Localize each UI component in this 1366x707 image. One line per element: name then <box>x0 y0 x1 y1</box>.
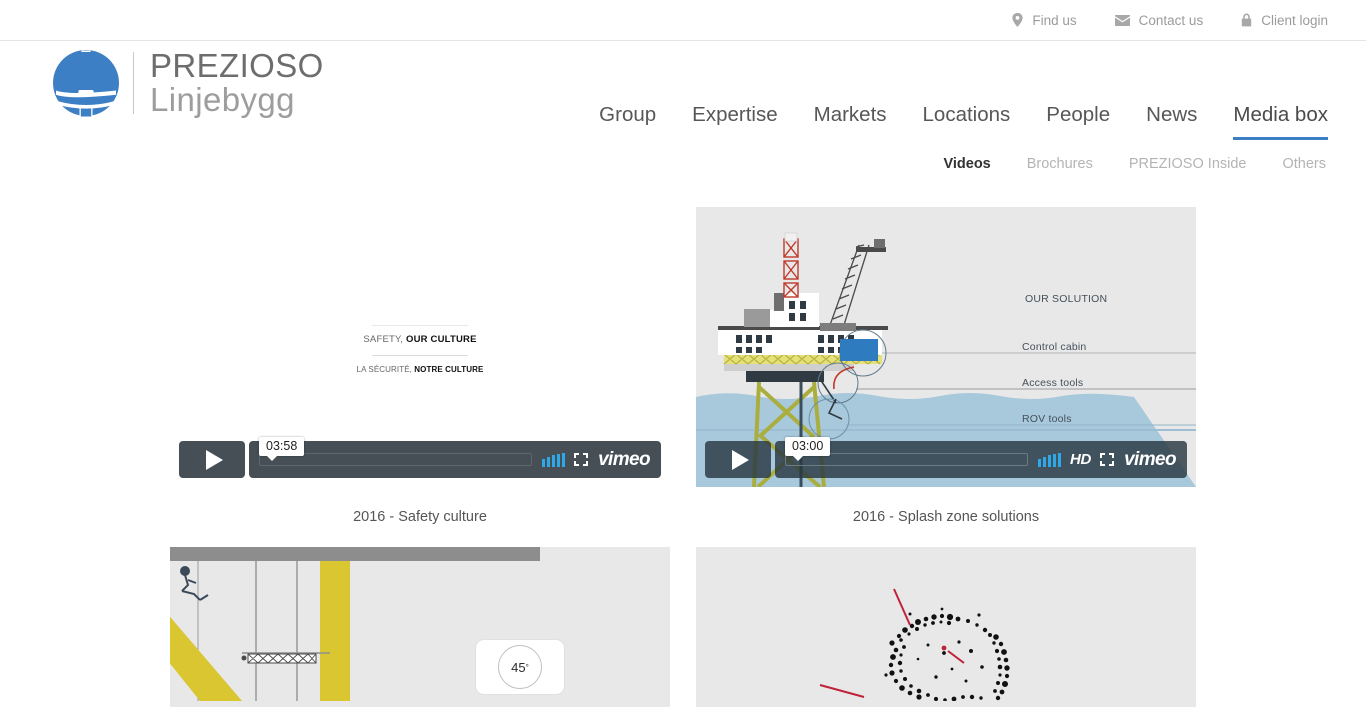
lock-icon <box>1241 13 1252 27</box>
angle-gauge-circle: 45 ° <box>498 645 542 689</box>
site-header: PREZIOSO Linjebygg Group Expertise Marke… <box>0 41 1366 172</box>
slide-rule-mid <box>372 355 468 356</box>
safety-slide: SAFETY, OUR CULTURE LA SÉCURITÉ, NOTRE C… <box>170 325 670 374</box>
subnav-item-brochures[interactable]: Brochures <box>1027 156 1093 172</box>
slide-line-1-normal: SAFETY, <box>363 334 406 345</box>
play-button[interactable] <box>705 441 771 478</box>
video-card-particles <box>696 547 1196 707</box>
nav-item-media-box[interactable]: Media box <box>1233 103 1328 140</box>
utility-bar: Find us Contact us Client login <box>0 0 1366 41</box>
duration-tooltip: 03:00 <box>785 436 831 461</box>
angle-gauge-value: 45 <box>511 659 526 675</box>
vimeo-logo[interactable]: vimeo <box>1124 449 1177 471</box>
play-button[interactable] <box>179 441 245 478</box>
particle-burst-illustration <box>696 547 1196 702</box>
utility-link-label: Contact us <box>1138 12 1204 28</box>
vimeo-player-controls: 03:00 HD vimeo <box>705 436 1187 478</box>
video-thumbnail[interactable]: OUR SOLUTION Control cabin Access tools … <box>696 207 1196 487</box>
progress-bar-container[interactable]: 03:00 HD vimeo <box>775 436 1187 478</box>
slide-line-1: SAFETY, OUR CULTURE <box>170 334 670 345</box>
navigation-area: Group Expertise Markets Locations People… <box>599 41 1328 172</box>
progress-bar-container[interactable]: 03:58 vimeo <box>249 436 661 478</box>
volume-icon[interactable] <box>542 452 566 467</box>
angle-gauge-card: 45 ° <box>475 639 565 695</box>
slide-line-2-normal: LA SÉCURITÉ, <box>356 365 415 374</box>
video-thumbnail[interactable]: 45 ° <box>170 547 670 707</box>
slide-line-1-bold: OUR CULTURE <box>405 334 477 345</box>
video-card-rope-access: 45 ° <box>170 547 670 707</box>
vimeo-player-controls: 03:58 vimeo <box>179 436 661 478</box>
rig-label-our-solution: OUR SOLUTION <box>1025 293 1108 305</box>
logo-divider <box>133 52 134 114</box>
video-caption: 2016 - Splash zone solutions <box>852 509 1040 525</box>
map-pin-icon <box>1012 13 1023 27</box>
fullscreen-icon[interactable] <box>1100 453 1115 466</box>
utility-link-label: Find us <box>1032 12 1077 28</box>
envelope-icon <box>1114 14 1130 26</box>
rig-label-control-cabin: Control cabin <box>1022 341 1087 353</box>
nav-item-people[interactable]: People <box>1046 103 1110 140</box>
main-navigation: Group Expertise Markets Locations People… <box>599 41 1328 140</box>
utility-link-client-login[interactable]: Client login <box>1241 13 1328 28</box>
subnav-item-others[interactable]: Others <box>1282 156 1326 172</box>
volume-icon[interactable] <box>1038 452 1061 467</box>
nav-item-locations[interactable]: Locations <box>923 103 1011 140</box>
vimeo-logo[interactable]: vimeo <box>598 449 651 471</box>
subnav-item-videos[interactable]: Videos <box>943 156 990 172</box>
logo-line-1: PREZIOSO <box>150 47 324 85</box>
play-triangle-icon <box>732 449 749 470</box>
rig-label-access-tools: Access tools <box>1022 377 1084 389</box>
hd-badge: HD <box>1070 451 1092 468</box>
logo-line-2: Linjebygg <box>150 81 295 118</box>
video-card-safety-culture: SAFETY, OUR CULTURE LA SÉCURITÉ, NOTRE C… <box>170 207 670 547</box>
rig-label-rov-tools: ROV tools <box>1022 413 1072 425</box>
subnav-item-prezioso-inside[interactable]: PREZIOSO Inside <box>1129 156 1247 172</box>
video-card-splash-zone: OUR SOLUTION Control cabin Access tools … <box>696 207 1196 547</box>
play-triangle-icon <box>206 449 223 470</box>
nav-item-markets[interactable]: Markets <box>814 103 887 140</box>
angle-gauge-unit: ° <box>525 662 529 672</box>
rope-access-illustration <box>170 547 670 701</box>
slide-rule-top <box>372 325 468 326</box>
globe-icon <box>53 49 119 117</box>
utility-link-find-us[interactable]: Find us <box>1012 12 1077 28</box>
nav-item-group[interactable]: Group <box>599 103 656 140</box>
duration-tooltip: 03:58 <box>259 436 305 461</box>
slide-line-2-bold: NOTRE CULTURE <box>414 365 484 374</box>
video-thumbnail[interactable]: SAFETY, OUR CULTURE LA SÉCURITÉ, NOTRE C… <box>170 207 670 487</box>
video-thumbnail[interactable] <box>696 547 1196 707</box>
nav-item-news[interactable]: News <box>1146 103 1197 140</box>
utility-link-label: Client login <box>1261 12 1328 28</box>
fullscreen-icon[interactable] <box>574 453 589 466</box>
video-caption: 2016 - Safety culture <box>353 509 487 525</box>
nav-item-expertise[interactable]: Expertise <box>692 103 777 140</box>
slide-line-2: LA SÉCURITÉ, NOTRE CULTURE <box>170 365 670 374</box>
video-grid: SAFETY, OUR CULTURE LA SÉCURITÉ, NOTRE C… <box>0 207 1366 707</box>
sub-navigation: Videos Brochures PREZIOSO Inside Others <box>599 156 1328 172</box>
utility-link-contact-us[interactable]: Contact us <box>1114 12 1204 28</box>
logo-wordmark: PREZIOSO Linjebygg <box>150 49 324 116</box>
site-logo[interactable]: PREZIOSO Linjebygg <box>53 49 324 117</box>
